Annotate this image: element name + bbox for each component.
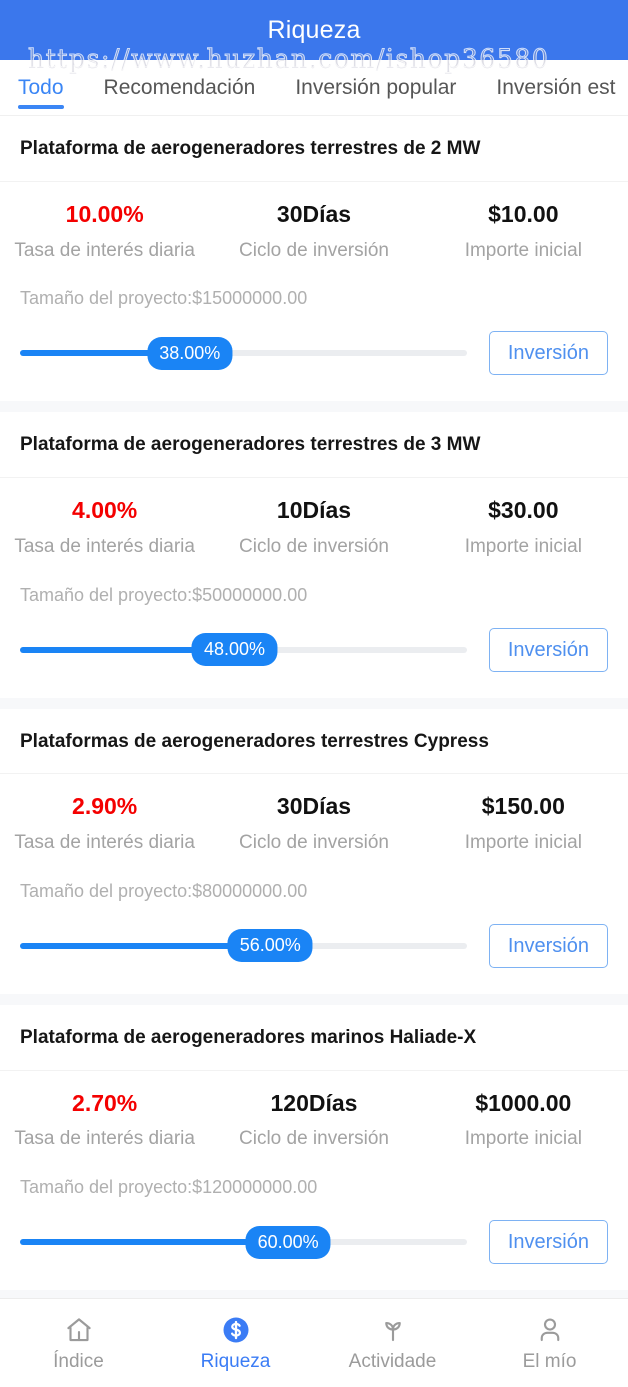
nav-item-label: Actividade: [348, 1351, 437, 1372]
cycle-label: Ciclo de inversión: [239, 832, 389, 854]
cycle-label: Ciclo de inversión: [239, 239, 389, 261]
cycle-value: 30Días: [276, 793, 352, 820]
product-list[interactable]: Plataforma de aerogeneradores terrestres…: [0, 116, 628, 1298]
stat-column: $1000.00 Importe inicial: [419, 1089, 628, 1152]
tab-1[interactable]: Recomendación: [104, 60, 256, 115]
product-title: Plataforma de aerogeneradores terrestres…: [0, 116, 628, 182]
product-card[interactable]: Plataformas de aerogeneradores terrestre…: [0, 708, 628, 994]
product-card[interactable]: Plataforma de aerogeneradores marinos Ha…: [0, 1004, 628, 1291]
person-icon: [535, 1315, 565, 1345]
product-card[interactable]: Plataforma de aerogeneradores terrestres…: [0, 116, 628, 402]
stat-column: 30Días Ciclo de inversión: [209, 200, 418, 263]
invest-button[interactable]: Inversión: [488, 1220, 608, 1265]
nav-item-label: El mío: [522, 1351, 577, 1372]
progress-badge: 56.00%: [227, 929, 313, 963]
stat-column: 2.90% Tasa de interés diaria: [0, 792, 209, 855]
stat-column: $150.00 Importe inicial: [419, 792, 628, 855]
progress-row: 56.00% Inversión: [0, 902, 628, 994]
progress-slider[interactable]: 48.00%: [20, 633, 467, 667]
product-stats: 10.00% Tasa de interés diaria 30Días Ciclo …: [0, 182, 628, 267]
nav-item--ndice[interactable]: Índice: [0, 1315, 157, 1371]
progress-row: 60.00% Inversión: [0, 1198, 628, 1290]
project-size: Tamaño del proyecto:$50000000.00: [20, 584, 308, 605]
app-header: Riqueza: [0, 0, 628, 60]
stat-column: $10.00 Importe inicial: [419, 200, 628, 263]
cycle-value: 10Días: [276, 497, 352, 524]
nav-item-actividade[interactable]: Actividade: [314, 1315, 471, 1371]
tab-label: Recomendación: [103, 75, 256, 99]
category-tabs[interactable]: Todo Recomendación Inversión popular Invers…: [0, 60, 628, 116]
bottom-navigation[interactable]: Índice Riqueza Actividade El mío: [0, 1298, 628, 1387]
initial-amount-label: Importe inicial: [464, 239, 582, 261]
daily-rate-value: 10.00%: [65, 200, 144, 227]
progress-slider[interactable]: 56.00%: [20, 929, 467, 963]
home-icon: [64, 1315, 94, 1345]
initial-amount-value: $10.00: [488, 200, 559, 227]
progress-slider[interactable]: 60.00%: [20, 1225, 467, 1259]
daily-rate-value: 2.70%: [72, 1089, 138, 1116]
progress-row: 38.00% Inversión: [0, 309, 628, 401]
tab-3[interactable]: Inversión est: [496, 60, 615, 115]
product-card[interactable]: Plataforma de aerogeneradores terrestres…: [0, 412, 628, 698]
page-title: Riqueza: [267, 15, 361, 44]
daily-rate-label: Tasa de interés diaria: [14, 239, 195, 261]
daily-rate-label: Tasa de interés diaria: [14, 1128, 195, 1150]
initial-amount-value: $150.00: [481, 793, 565, 820]
cycle-value: 30Días: [276, 200, 352, 227]
nav-item-el-m-o[interactable]: El mío: [471, 1315, 628, 1371]
tab-label: Inversión popular: [295, 75, 457, 99]
cycle-label: Ciclo de inversión: [239, 1128, 389, 1150]
sprout-icon: [378, 1315, 408, 1345]
initial-amount-value: $30.00: [488, 497, 559, 524]
invest-button[interactable]: Inversión: [488, 923, 608, 968]
product-title: Plataforma de aerogeneradores terrestres…: [0, 412, 628, 479]
nav-item-label: Riqueza: [200, 1351, 271, 1372]
progress-badge: 38.00%: [147, 336, 233, 370]
initial-amount-label: Importe inicial: [464, 535, 582, 557]
tab-2[interactable]: Inversión popular: [295, 60, 456, 115]
product-stats: 4.00% Tasa de interés diaria 10Días Ciclo d…: [0, 478, 628, 563]
progress-slider[interactable]: 38.00%: [20, 336, 467, 370]
daily-rate-value: 4.00%: [72, 497, 138, 524]
cycle-label: Ciclo de inversión: [239, 535, 389, 557]
project-size: Tamaño del proyecto:$15000000.00: [20, 288, 308, 309]
progress-badge: 48.00%: [191, 633, 278, 667]
stat-column: 2.70% Tasa de interés diaria: [0, 1089, 209, 1152]
initial-amount-label: Importe inicial: [464, 832, 582, 854]
initial-amount-label: Importe inicial: [464, 1128, 582, 1150]
product-stats: 2.90% Tasa de interés diaria 30Días Ciclo d…: [0, 774, 628, 859]
cycle-value: 120Días: [270, 1089, 358, 1116]
project-size: Tamaño del proyecto:$80000000.00: [20, 880, 308, 901]
daily-rate-label: Tasa de interés diaria: [14, 832, 195, 854]
tab-label: Todo: [18, 75, 64, 99]
project-size: Tamaño del proyecto:$120000000.00: [20, 1177, 318, 1198]
product-title: Plataformas de aerogeneradores terrestre…: [0, 709, 628, 775]
tab-label: Inversión est: [496, 75, 616, 99]
daily-rate-value: 2.90%: [72, 793, 138, 820]
initial-amount-value: $1000.00: [475, 1089, 572, 1116]
nav-item-label: Índice: [53, 1351, 104, 1372]
stat-column: 30Días Ciclo de inversión: [209, 792, 418, 855]
invest-button[interactable]: Inversión: [488, 331, 608, 376]
stat-column: 10.00% Tasa de interés diaria: [0, 200, 209, 263]
product-stats: 2.70% Tasa de interés diaria 120Días Ciclo …: [0, 1071, 628, 1156]
invest-button[interactable]: Inversión: [488, 627, 608, 672]
stat-column: 120Días Ciclo de inversión: [209, 1089, 418, 1152]
daily-rate-label: Tasa de interés diaria: [14, 535, 195, 557]
progress-row: 48.00% Inversión: [0, 606, 628, 698]
tab-0[interactable]: Todo: [18, 60, 64, 115]
stat-column: 10Días Ciclo de inversión: [209, 496, 418, 559]
stat-column: 4.00% Tasa de interés diaria: [0, 496, 209, 559]
dollar-coin-icon: [221, 1315, 251, 1345]
progress-badge: 60.00%: [245, 1225, 331, 1259]
nav-item-riqueza[interactable]: Riqueza: [157, 1315, 314, 1371]
stat-column: $30.00 Importe inicial: [419, 496, 628, 559]
product-title: Plataforma de aerogeneradores marinos Ha…: [0, 1005, 628, 1071]
